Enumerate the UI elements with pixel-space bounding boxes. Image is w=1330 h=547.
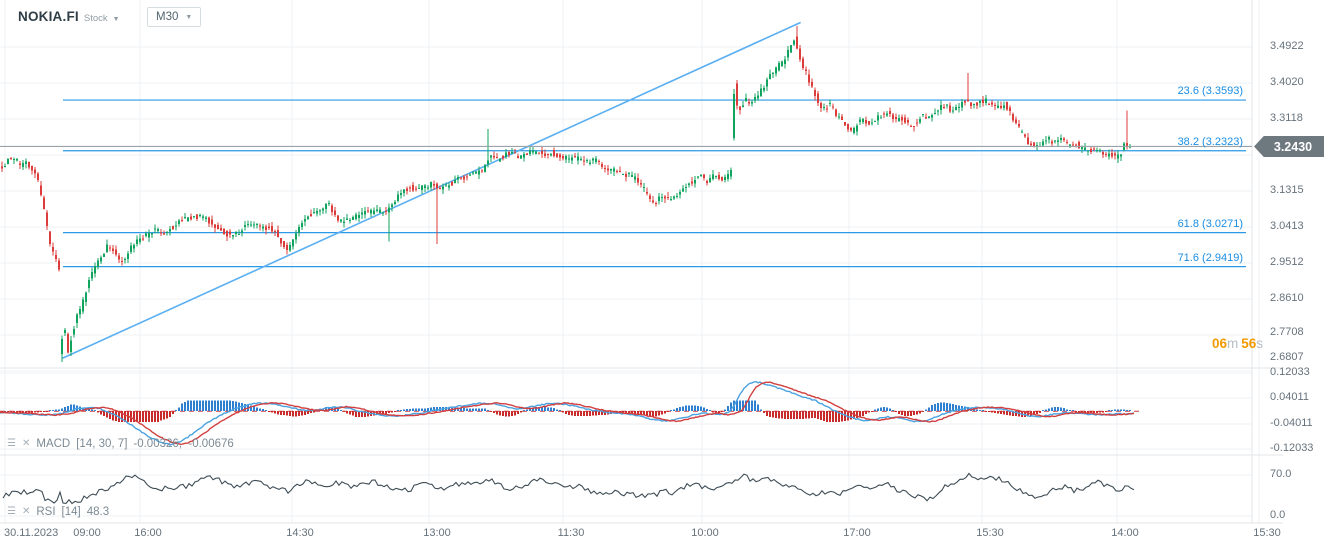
timer-minutes-unit: m [1226, 336, 1239, 351]
price-axis-label: 3.3118 [1270, 112, 1303, 124]
timeframe-value: M30 [156, 11, 179, 23]
instrument-type: Stock [83, 13, 108, 24]
time-axis-label: 14:00 [1111, 527, 1139, 539]
chevron-down-icon: ▼ [185, 13, 193, 21]
rsi-indicator-row: ☰ ✕ RSI [14] 48.3 [7, 506, 109, 518]
macd-params: [14, 30, 7] [76, 438, 128, 450]
price-axis-label: 3.0413 [1270, 220, 1304, 232]
fib-level-label[interactable]: 38.2 (3.2323) [1178, 136, 1243, 148]
price-axis-label: 3.4922 [1270, 40, 1304, 52]
time-axis-label: 09:00 [73, 527, 101, 539]
fib-level-label[interactable]: 71.6 (2.9419) [1178, 252, 1243, 264]
candle-countdown-timer: 06m 56s [1212, 336, 1266, 351]
indicator-settings-icon[interactable]: ☰ [7, 439, 16, 449]
price-axis-label: 0.12033 [1270, 366, 1310, 378]
price-axis-label: 3.1315 [1270, 184, 1304, 196]
indicator-close-icon[interactable]: ✕ [22, 439, 30, 449]
price-axis-label: 0.0 [1270, 509, 1286, 521]
price-axis-label: 2.7708 [1270, 326, 1304, 338]
time-axis-label: 17:00 [843, 527, 871, 539]
timer-seconds: 56 [1241, 336, 1257, 351]
time-axis-label: 13:00 [423, 527, 451, 539]
price-axis-label: 2.9512 [1270, 256, 1304, 268]
chevron-down-icon: ▼ [112, 16, 120, 23]
time-axis-label: 11:30 [557, 527, 585, 539]
fib-level-label[interactable]: 61.8 (3.0271) [1178, 218, 1243, 230]
time-axis-label: 30.11.2023 [4, 527, 59, 539]
price-axis-label: -0.12033 [1270, 442, 1314, 454]
time-axis-label: 16:00 [134, 527, 162, 539]
price-axis-label: -0.04011 [1270, 417, 1313, 429]
price-axis-label: 2.6807 [1270, 351, 1304, 363]
chart-canvas[interactable] [0, 0, 1330, 547]
macd-label: MACD [36, 438, 71, 450]
price-axis-label: 2.8610 [1270, 292, 1304, 304]
price-axis-label: 0.04011 [1270, 391, 1309, 403]
price-axis-label: 70.0 [1270, 468, 1292, 480]
timer-seconds-unit: s [1256, 336, 1263, 351]
macd-indicator-row: ☰ ✕ MACD [14, 30, 7] -0.00326, -0.00676 [7, 438, 234, 450]
time-axis-label: 15:30 [976, 527, 1004, 539]
rsi-label: RSI [36, 506, 56, 518]
trading-chart-window: 3.49223.40203.31183.22173.13153.04132.95… [0, 0, 1330, 547]
timeframe-selector[interactable]: M30 ▼ [147, 7, 202, 27]
instrument-symbol: NOKIA.FI [18, 9, 79, 24]
time-axis-label: 15:30 [1253, 527, 1281, 539]
current-price-badge: 3.2430 [1254, 136, 1324, 157]
price-axis-label: 3.4020 [1270, 76, 1304, 88]
indicator-settings-icon[interactable]: ☰ [7, 507, 16, 517]
time-axis-label: 14:30 [286, 527, 314, 539]
timer-minutes: 06 [1211, 336, 1227, 351]
rsi-value: 48.3 [86, 506, 110, 518]
time-axis-label: 10:00 [691, 527, 719, 539]
rsi-params: [14] [61, 506, 81, 518]
current-price-value: 3.2430 [1273, 139, 1313, 154]
indicator-close-icon[interactable]: ✕ [22, 507, 30, 517]
instrument-selector[interactable]: NOKIA.FI Stock ▼ [18, 9, 120, 24]
fib-level-label[interactable]: 23.6 (3.3593) [1178, 85, 1243, 97]
macd-values: -0.00326, -0.00676 [133, 438, 234, 450]
